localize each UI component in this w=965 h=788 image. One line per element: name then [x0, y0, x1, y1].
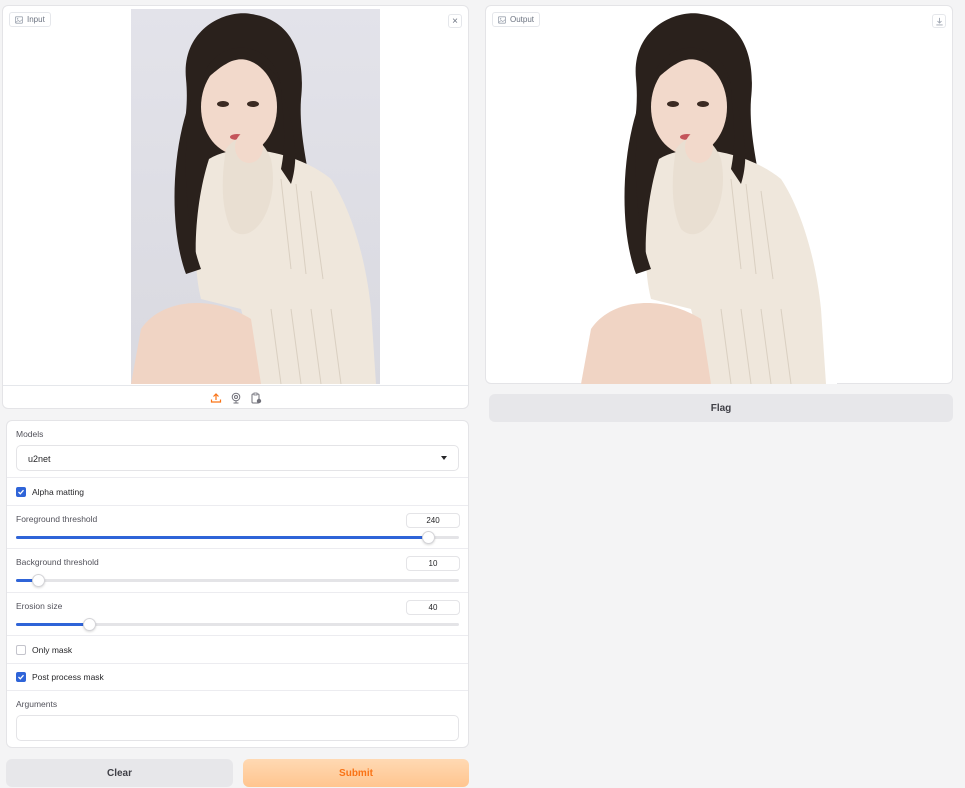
settings-card: Models u2net Alpha matting Foreground th… — [6, 420, 469, 748]
output-label: Output — [510, 15, 535, 24]
foreground-threshold-row: Foreground threshold 240 — [7, 506, 468, 549]
arguments-label: Arguments — [16, 699, 58, 709]
slider-thumb[interactable] — [83, 618, 97, 631]
models-value: u2net — [28, 454, 51, 464]
post-process-mask-label: Post process mask — [32, 672, 104, 682]
background-threshold-slider[interactable] — [16, 574, 459, 587]
output-image-panel: Output — [485, 5, 953, 384]
models-label: Models — [16, 429, 44, 439]
only-mask-row: Only mask — [7, 636, 468, 664]
slider-thumb[interactable] — [32, 574, 46, 587]
input-image-panel[interactable]: Input × — [2, 5, 469, 409]
input-label-badge: Input — [9, 12, 51, 27]
app: Input × Output Flag Models u2net Alpha m… — [0, 0, 965, 788]
webcam-source-button[interactable] — [229, 391, 243, 405]
background-threshold-row: Background threshold 10 — [7, 549, 468, 593]
output-photo — [581, 13, 826, 384]
checkbox-checked-icon — [16, 487, 26, 497]
checkbox-unchecked-icon — [16, 645, 26, 655]
webcam-icon — [231, 392, 240, 403]
checkbox-checked-icon — [16, 672, 26, 682]
background-threshold-label: Background threshold — [16, 557, 99, 567]
submit-button[interactable]: Submit — [243, 759, 469, 787]
erosion-size-slider[interactable] — [16, 618, 459, 631]
only-mask-label: Only mask — [32, 645, 73, 655]
foreground-threshold-label: Foreground threshold — [16, 514, 98, 524]
post-process-row: Post process mask — [7, 664, 468, 691]
models-dropdown[interactable]: u2net — [16, 445, 459, 471]
upload-source-button[interactable] — [209, 391, 223, 405]
alpha-matting-checkbox[interactable]: Alpha matting — [16, 487, 84, 497]
upload-icon — [210, 392, 221, 403]
slider-fill — [16, 536, 428, 539]
erosion-size-input[interactable]: 40 — [406, 600, 460, 615]
slider-fill — [16, 623, 90, 626]
output-image — [581, 9, 837, 384]
input-photo — [131, 13, 376, 384]
arguments-input[interactable] — [16, 715, 459, 741]
clipboard-icon — [251, 392, 261, 403]
slider-thumb[interactable] — [421, 531, 435, 544]
clipboard-source-button[interactable] — [249, 391, 263, 405]
foreground-threshold-slider[interactable] — [16, 531, 459, 544]
alpha-matting-row: Alpha matting — [7, 478, 468, 506]
image-source-bar — [3, 385, 468, 409]
close-icon: × — [452, 15, 458, 27]
output-label-badge: Output — [492, 12, 541, 27]
image-icon — [15, 15, 23, 24]
post-process-mask-checkbox[interactable]: Post process mask — [16, 672, 104, 682]
models-row: Models u2net — [7, 421, 468, 478]
clear-button[interactable]: Clear — [6, 759, 233, 787]
input-image — [131, 9, 380, 384]
erosion-size-label: Erosion size — [16, 601, 63, 611]
download-icon — [935, 17, 943, 25]
clear-image-button[interactable]: × — [448, 14, 462, 28]
background-threshold-input[interactable]: 10 — [406, 556, 460, 571]
flag-button[interactable]: Flag — [489, 394, 953, 422]
image-icon — [498, 15, 506, 24]
input-label: Input — [27, 15, 45, 24]
caret-down-icon — [441, 456, 447, 460]
foreground-threshold-input[interactable]: 240 — [406, 513, 460, 528]
arguments-row: Arguments — [7, 691, 468, 747]
download-button[interactable] — [932, 14, 946, 28]
only-mask-checkbox[interactable]: Only mask — [16, 645, 72, 655]
erosion-size-row: Erosion size 40 — [7, 593, 468, 636]
alpha-matting-label: Alpha matting — [32, 487, 84, 497]
